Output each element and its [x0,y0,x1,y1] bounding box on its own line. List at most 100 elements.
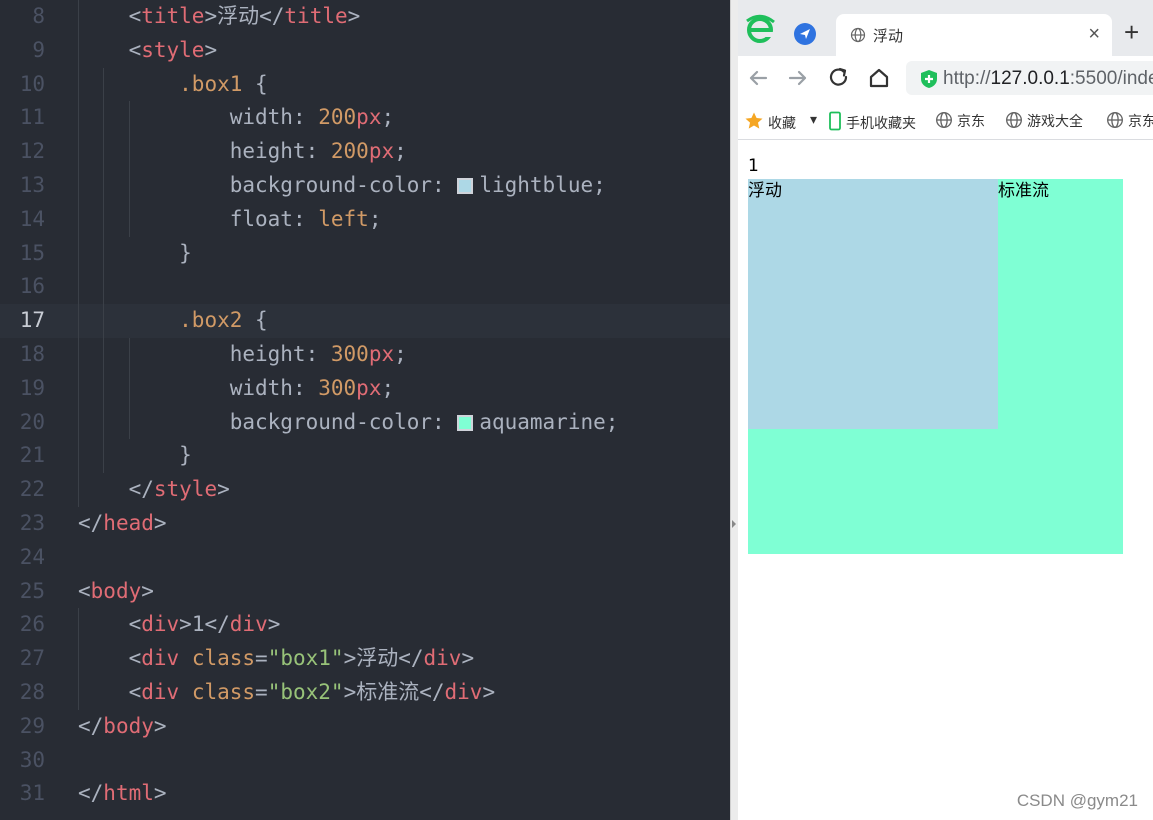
code-line[interactable]: 16 [0,270,730,304]
code-text: <title>浮动</title> [78,0,361,34]
indent-guide [128,101,130,237]
globe-icon [1006,112,1022,128]
code-line[interactable]: 21 } [0,439,730,473]
code-editor[interactable]: 8 <title>浮动</title> 9 <style> 10 .box1 {11… [0,0,730,820]
bracket: > [141,578,154,603]
line-number: 9 [32,37,45,62]
bracket: > [482,680,496,704]
code-line[interactable]: 8 <title>浮动</title> [0,0,730,34]
tag-name: div [229,612,268,637]
bookmark-jd-2[interactable]: 京东 [1106,111,1153,131]
text-content: 浮动 [217,4,260,28]
line-number: 10 [19,71,45,96]
brace: } [179,240,192,265]
text-content: 浮动 [356,646,399,671]
bracket: > [153,511,167,535]
line-number: 24 [19,544,45,569]
code-line[interactable]: 30 [0,744,730,778]
line-number: 15 [19,240,45,265]
line-number: 30 [19,747,45,772]
bracket: > [267,612,281,637]
line-number: 17 [19,308,45,333]
code-text: background-color: aquamarine; [229,409,619,434]
code-line[interactable]: 20 background-color: aquamarine; [0,406,730,440]
tag-name: div [141,680,180,704]
forward-arrow-icon[interactable] [784,64,812,92]
bracket: > [204,4,218,28]
new-tab-button[interactable]: + [1124,18,1139,46]
code-line[interactable]: 12 height: 200px; [0,135,730,169]
code-line[interactable]: 29 </body> [0,710,730,744]
globe-icon [1107,112,1123,128]
code-line[interactable]: 9 <style> [0,34,730,68]
equals: = [255,680,268,704]
brace: { [242,71,268,96]
code-line[interactable]: 22 </style> [0,473,730,507]
bracket: < [128,37,142,62]
bracket: < [128,680,142,704]
pane-splitter[interactable] [730,0,738,820]
page-viewport[interactable]: 1 标准流 浮动 CSDN @gym21 [738,140,1153,820]
code-line[interactable]: 10 .box1 { [0,68,730,102]
box1-text: 浮动 [748,181,782,201]
code-line[interactable]: 17 .box2 { [0,304,730,338]
url-text: http://127.0.0.1:5500/inde [943,68,1153,89]
css-property: float [229,206,293,231]
line-number: 11 [19,105,45,130]
tag-name: head [103,511,154,535]
line-number: 28 [19,680,45,704]
css-unit: px [368,139,395,164]
address-bar[interactable]: http://127.0.0.1:5500/inde [906,61,1153,95]
send-icon[interactable] [794,23,816,45]
code-line[interactable]: 27 <div class="box1">浮动</div> [0,642,730,676]
css-selector: .box2 [179,308,243,333]
code-line[interactable]: 25 <body> [0,575,730,609]
code-line[interactable]: 23 </head> [0,507,730,541]
close-icon[interactable]: × [1088,23,1100,46]
css-unit: px [356,375,382,400]
code-text: } [78,237,192,271]
navigation-bar: http://127.0.0.1:5500/inde [738,56,1153,102]
browser-logo-icon[interactable] [744,13,776,45]
code-line[interactable]: 31 </html> [0,777,730,811]
bracket: </ [128,477,154,502]
code-line[interactable]: 14 float: left; [0,203,730,237]
bookmark-games[interactable]: 游戏大全 [1005,111,1083,131]
code-line[interactable]: 26 <div>1</div> [0,608,730,642]
home-icon[interactable] [865,64,893,92]
star-icon [745,112,763,129]
code-line[interactable]: 19 width: 300px; [0,372,730,406]
splitter-grip-icon[interactable] [732,520,736,528]
code-line[interactable]: 11 width: 200px; [0,101,730,135]
phone-icon [829,111,841,131]
css-number: 300 [330,342,369,366]
text-content: 标准流 [356,680,420,704]
tag-name: div [444,680,483,704]
css-value: left [318,206,369,231]
line-number: 26 [19,612,45,637]
bookmark-jd[interactable]: 京东 [935,111,985,131]
line-number: 31 [19,781,45,806]
bookmark-favorites[interactable]: 收藏 [744,111,796,133]
back-arrow-icon[interactable] [744,64,772,92]
bracket: </ [78,511,104,535]
watermark: CSDN @gym21 [1016,791,1138,810]
tag-name: div [141,646,180,671]
tab-title: 浮动 [873,28,904,45]
code-line[interactable]: 24 [0,541,730,575]
code-line[interactable]: 15 } [0,237,730,271]
code-line[interactable]: 13 background-color: lightblue; [0,169,730,203]
equals: = [255,646,268,671]
code-text: float: left; [229,206,382,231]
code-text: </html> [78,777,167,811]
code-line[interactable]: 18 height: 300px; [0,338,730,372]
tag-name: style [141,37,205,62]
attr-name: class [191,680,256,704]
code-line[interactable]: 28 <div class="box2">标准流</div> [0,676,730,710]
reload-icon[interactable] [825,64,853,92]
dropdown-caret-icon[interactable]: ▾ [810,111,817,128]
tab-active[interactable]: 浮动 × [836,14,1112,56]
bookmark-mobile[interactable]: 手机收藏夹 [828,111,916,133]
code-text: background-color: lightblue; [229,173,606,197]
bracket: </ [259,4,285,28]
